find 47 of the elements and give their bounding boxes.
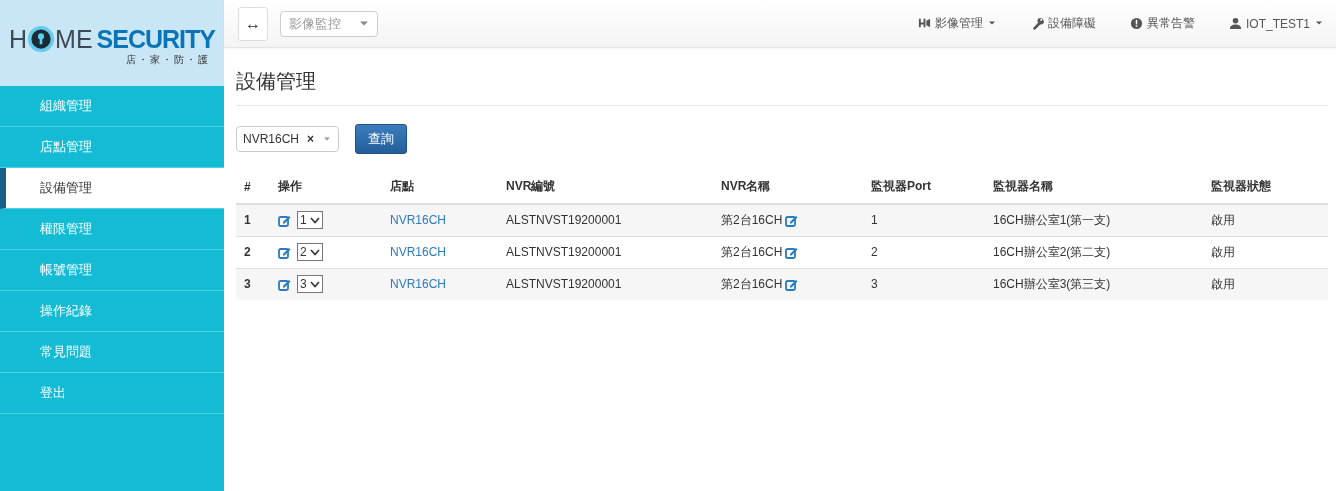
alert-icon	[1130, 17, 1143, 30]
table-cell: 1	[863, 204, 985, 236]
chevron-icon	[309, 280, 320, 288]
table-cell: ALSTNVST19200001	[498, 268, 713, 300]
table-cell: 16CH辦公室1(第一支)	[985, 204, 1203, 236]
nav-link[interactable]: 影像管理	[918, 15, 997, 32]
edit-icon[interactable]	[278, 245, 291, 259]
logo-tagline: 店・家・防・護	[126, 53, 210, 67]
table-cell: 第2台16CH	[721, 243, 783, 261]
query-button[interactable]: 查詢	[355, 124, 408, 154]
clear-icon[interactable]: ×	[307, 132, 315, 146]
edit-icon[interactable]	[785, 245, 799, 259]
table-cell: 3	[863, 268, 985, 300]
table-cell: 啟用	[1203, 268, 1328, 300]
chevron-icon	[309, 216, 320, 224]
edit-icon[interactable]	[785, 277, 799, 291]
video-camera-icon	[918, 17, 931, 30]
table-cell: 第2台16CH	[721, 275, 783, 293]
store-link[interactable]: NVR16CH	[390, 245, 446, 259]
table-cell: 16CH辦公室3(第三支)	[985, 268, 1203, 300]
table-cell: 3	[236, 268, 270, 300]
logo-text: SECURITY	[96, 26, 215, 52]
user-icon	[1229, 17, 1242, 30]
table-cell: 啟用	[1203, 204, 1328, 236]
edit-icon[interactable]	[278, 277, 291, 291]
page-title: 設備管理	[236, 68, 1328, 106]
table-cell: ALSTNVST19200001	[498, 204, 713, 236]
sidebar-item[interactable]: 設備管理	[0, 168, 224, 209]
order-select[interactable]: 2	[297, 243, 323, 261]
nav-link[interactable]: 設備障礙	[1031, 15, 1096, 32]
edit-icon[interactable]	[785, 213, 799, 227]
wrench-icon	[1031, 17, 1044, 30]
logo-text: H	[9, 26, 28, 52]
store-select[interactable]: NVR16CH ×	[236, 126, 340, 152]
order-select[interactable]: 1	[297, 211, 323, 230]
chevron-icon	[309, 248, 320, 256]
nav-link[interactable]: IOT_TEST1	[1229, 16, 1324, 31]
nav-link[interactable]: 異常告警	[1130, 15, 1195, 32]
order-select[interactable]: 3	[297, 275, 323, 294]
edit-icon[interactable]	[278, 213, 291, 227]
logo-text: ME	[55, 26, 93, 52]
sidebar-toggle-button[interactable]: ↔	[238, 6, 268, 41]
view-select[interactable]: 影像監控	[280, 10, 378, 37]
table-cell: 第2台16CH	[721, 211, 783, 229]
caret-icon	[359, 20, 369, 27]
keyhole-icon	[27, 25, 56, 53]
table-cell: 1	[236, 204, 270, 236]
